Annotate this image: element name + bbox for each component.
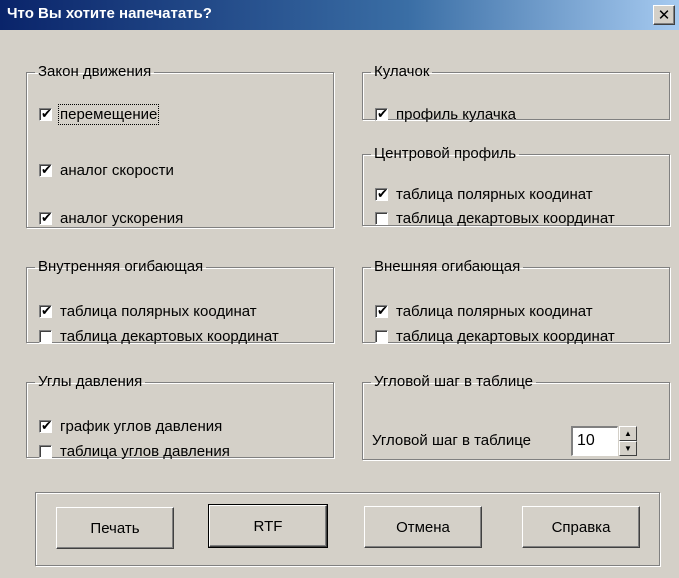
check-mark-icon: ✔ [41, 303, 52, 318]
checkbox-label: таблица декартовых координат [396, 328, 615, 345]
buttons-panel: Печать RTF Отмена Справка [35, 492, 660, 566]
print-dialog: Что Вы хотите напечатать? ✕ Закон движен… [0, 0, 679, 578]
angle-step-legend: Угловой шаг в таблице [374, 373, 533, 390]
checkbox-label: таблица декартовых координат [60, 328, 279, 345]
checkbox-outer-cartesian[interactable] [375, 330, 388, 343]
checkbox-label: таблица декартовых координат [396, 210, 615, 227]
checkbox-pressure-graph[interactable]: ✔ [39, 418, 52, 433]
checkbox-row-velocity-analog[interactable]: ✔ аналог скорости [39, 162, 174, 179]
help-button[interactable]: Справка [522, 506, 640, 548]
checkbox-row-center-cartesian[interactable]: таблица декартовых координат [375, 210, 615, 227]
dialog-title: Что Вы хотите напечатать? [7, 5, 212, 22]
pressure-angles-legend: Углы давления [38, 373, 143, 390]
motion-law-legend: Закон движения [38, 63, 152, 80]
checkbox-inner-polar[interactable]: ✔ [39, 303, 52, 318]
checkbox-row-inner-polar[interactable]: ✔ таблица полярных коодинат [39, 303, 257, 320]
check-mark-icon: ✔ [41, 210, 52, 225]
check-mark-icon: ✔ [41, 418, 52, 433]
checkbox-center-polar[interactable]: ✔ [375, 186, 388, 201]
checkbox-row-displacement[interactable]: ✔ перемещение [39, 104, 160, 125]
check-mark-icon: ✔ [377, 186, 388, 201]
check-mark-icon: ✔ [41, 162, 52, 177]
checkbox-center-cartesian[interactable] [375, 212, 388, 225]
checkbox-outer-polar[interactable]: ✔ [375, 303, 388, 318]
checkbox-label: таблица полярных коодинат [396, 186, 593, 203]
checkbox-label: таблица полярных коодинат [396, 303, 593, 320]
check-mark-icon: ✔ [377, 106, 388, 121]
rtf-button[interactable]: RTF [208, 504, 328, 548]
cam-group: Кулачок ✔ профиль кулачка [362, 63, 670, 123]
cancel-button-label: Отмена [396, 518, 450, 536]
checkbox-label: график углов давления [60, 418, 223, 435]
checkbox-row-outer-polar[interactable]: ✔ таблица полярных коодинат [375, 303, 593, 320]
checkbox-label: таблица углов давления [60, 443, 230, 460]
checkbox-velocity-analog[interactable]: ✔ [39, 162, 52, 177]
center-profile-legend: Центровой профиль [374, 145, 517, 162]
checkbox-cam-profile[interactable]: ✔ [375, 106, 388, 121]
checkbox-label: таблица полярных коодинат [60, 303, 257, 320]
checkbox-label: профиль кулачка [396, 106, 516, 123]
close-button[interactable]: ✕ [653, 5, 675, 25]
cancel-button[interactable]: Отмена [364, 506, 482, 548]
checkbox-row-inner-cartesian[interactable]: таблица декартовых координат [39, 328, 279, 345]
checkbox-row-outer-cartesian[interactable]: таблица декартовых координат [375, 328, 615, 345]
outer-envelope-legend: Внешняя огибающая [374, 258, 521, 275]
checkbox-row-acceleration-analog[interactable]: ✔ аналог ускорения [39, 210, 183, 227]
checkbox-row-cam-profile[interactable]: ✔ профиль кулачка [375, 106, 516, 123]
angle-step-spinner: ▲ ▼ [619, 426, 637, 456]
checkbox-row-pressure-table[interactable]: таблица углов давления [39, 443, 230, 460]
checkbox-label: перемещение [57, 104, 160, 125]
checkbox-displacement[interactable]: ✔ [39, 106, 52, 121]
rtf-button-label: RTF [253, 517, 283, 535]
checkbox-label: аналог скорости [60, 162, 174, 179]
pressure-angles-group: Углы давления ✔ график углов давления та… [26, 373, 334, 460]
checkbox-pressure-table[interactable] [39, 445, 52, 458]
angle-step-label: Угловой шаг в таблице [372, 432, 531, 449]
help-button-label: Справка [551, 518, 611, 536]
checkbox-row-pressure-graph[interactable]: ✔ график углов давления [39, 418, 222, 435]
check-mark-icon: ✔ [377, 303, 388, 318]
inner-envelope-legend: Внутренняя огибающая [38, 258, 204, 275]
motion-law-group: Закон движения ✔ перемещение ✔ аналог ск… [26, 64, 334, 228]
center-profile-group: Центровой профиль ✔ таблица полярных коо… [362, 145, 670, 227]
checkbox-inner-cartesian[interactable] [39, 330, 52, 343]
check-mark-icon: ✔ [41, 106, 52, 121]
close-icon: ✕ [657, 6, 671, 24]
triangle-up-icon: ▲ [624, 428, 632, 438]
checkbox-label: аналог ускорения [60, 210, 184, 227]
checkbox-acceleration-analog[interactable]: ✔ [39, 210, 52, 225]
angle-step-group: Угловой шаг в таблице Угловой шаг в табл… [362, 374, 670, 460]
angle-step-input[interactable]: 10 [571, 426, 618, 456]
outer-envelope-group: Внешняя огибающая ✔ таблица полярных коо… [362, 258, 670, 345]
checkbox-row-center-polar[interactable]: ✔ таблица полярных коодинат [375, 186, 593, 203]
spin-down-button[interactable]: ▼ [619, 441, 637, 456]
cam-legend: Кулачок [374, 63, 430, 80]
title-bar[interactable]: Что Вы хотите напечатать? ✕ [0, 0, 679, 30]
print-button-label: Печать [90, 519, 140, 537]
inner-envelope-group: Внутренняя огибающая ✔ таблица полярных … [26, 258, 334, 345]
spin-up-button[interactable]: ▲ [619, 426, 637, 441]
triangle-down-icon: ▼ [624, 443, 632, 453]
print-button[interactable]: Печать [56, 507, 174, 549]
